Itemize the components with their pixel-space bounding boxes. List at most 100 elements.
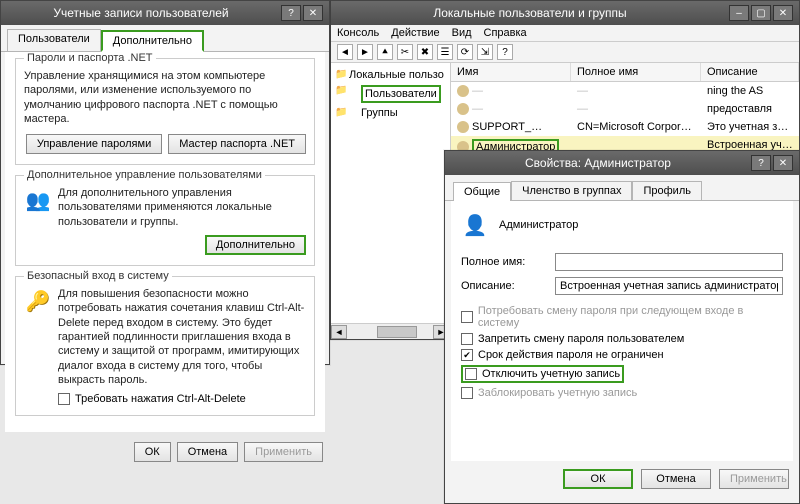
prop-username: Администратор: [499, 219, 578, 231]
group-sec-legend: Безопасный вход в систему: [24, 270, 172, 282]
delete-icon[interactable]: ✖: [417, 44, 433, 60]
key-icon: 🔑: [24, 287, 52, 315]
ua-tabs: Пользователи Дополнительно: [1, 25, 329, 52]
password-never-expires-checkbox[interactable]: ✔ Срок действия пароля не ограничен: [461, 349, 783, 361]
tree-root[interactable]: Локальные пользо: [335, 67, 446, 83]
user-large-icon: 👤: [461, 211, 489, 239]
account-disabled-checkbox[interactable]: Отключить учетную запись: [461, 365, 624, 383]
prop-footer: ОК Отмена Применить: [445, 461, 799, 497]
cannot-change-password-checkbox[interactable]: Запретить смену пароля пользователем: [461, 333, 783, 345]
close-button[interactable]: ✕: [773, 155, 793, 171]
users-icon: 👥: [24, 186, 52, 214]
ua-footer: ОК Отмена Применить: [1, 436, 329, 468]
fullname-input[interactable]: [555, 253, 783, 271]
passport-wizard-button[interactable]: Мастер паспорта .NET: [168, 134, 306, 154]
account-disabled-label: Отключить учетную запись: [482, 368, 620, 380]
user-icon: [457, 103, 469, 115]
tree-users[interactable]: Пользователи: [335, 83, 446, 105]
user-list-header: Имя Полное имя Описание: [451, 63, 799, 82]
back-icon[interactable]: ◄: [337, 44, 353, 60]
manage-passwords-button[interactable]: Управление паролями: [26, 134, 162, 154]
cancel-button[interactable]: Отмена: [641, 469, 711, 489]
checkbox-icon: [465, 368, 477, 380]
menu-console[interactable]: Консоль: [337, 27, 379, 39]
menu-help[interactable]: Справка: [484, 27, 527, 39]
description-input[interactable]: [555, 277, 783, 295]
user-accounts-dialog: Учетные записи пользователей ? ✕ Пользов…: [0, 0, 330, 365]
ua-title: Учетные записи пользователей: [7, 6, 275, 20]
prop-titlebar: Свойства: Администратор ? ✕: [445, 151, 799, 175]
ok-button[interactable]: ОК: [563, 469, 633, 489]
prop-tabs: Общие Членство в группах Профиль: [445, 175, 799, 201]
menu-action[interactable]: Действие: [391, 27, 439, 39]
lusers-menubar: Консоль Действие Вид Справка: [331, 25, 799, 42]
checkbox-icon: [461, 311, 473, 323]
group-net-legend: Пароли и паспорта .NET: [24, 52, 156, 64]
minimize-button[interactable]: –: [729, 5, 749, 21]
col-desc[interactable]: Описание: [701, 63, 799, 81]
require-cad-checkbox[interactable]: Требовать нажатия Ctrl-Alt-Delete: [58, 393, 306, 405]
checkbox-icon: ✔: [461, 349, 473, 361]
table-row[interactable]: SUPPORT_… CN=Microsoft Corporati… Это уч…: [451, 118, 799, 136]
maximize-button[interactable]: ▢: [751, 5, 771, 21]
require-cad-label: Требовать нажатия Ctrl-Alt-Delete: [75, 393, 246, 405]
help-icon[interactable]: ?: [497, 44, 513, 60]
lusers-tree: Локальные пользо Пользователи Группы ◄ ►: [331, 63, 451, 335]
tab-users[interactable]: Пользователи: [7, 29, 101, 51]
must-change-password-label: Потребовать смену пароля при следующем в…: [478, 305, 783, 329]
cancel-button[interactable]: Отмена: [177, 442, 238, 462]
prop-general-pane: 👤 Администратор Полное имя: Описание: По…: [451, 201, 793, 461]
col-fullname[interactable]: Полное имя: [571, 63, 701, 81]
group-secure-login: Безопасный вход в систему 🔑 Для повышени…: [15, 276, 315, 416]
up-icon[interactable]: ⯅: [377, 44, 393, 60]
cannot-change-password-label: Запретить смену пароля пользователем: [478, 333, 684, 345]
advanced-button[interactable]: Дополнительно: [205, 235, 306, 255]
apply-button[interactable]: Применить: [719, 469, 789, 489]
menu-view[interactable]: Вид: [452, 27, 472, 39]
prop-checklist: Потребовать смену пароля при следующем в…: [461, 305, 783, 399]
lusers-title: Локальные пользователи и группы: [337, 6, 723, 20]
group-sec-text: Для повышения безопасности можно потребо…: [58, 287, 306, 387]
col-name[interactable]: Имя: [451, 63, 571, 81]
help-button[interactable]: ?: [281, 5, 301, 21]
fullname-label: Полное имя:: [461, 256, 547, 268]
apply-button[interactable]: Применить: [244, 442, 323, 462]
administrator-properties-dialog: Свойства: Администратор ? ✕ Общие Членст…: [444, 150, 800, 504]
group-advanced-mgmt: Дополнительное управление пользователями…: [15, 175, 315, 266]
password-never-expires-label: Срок действия пароля не ограничен: [478, 349, 664, 361]
table-row[interactable]: — — предоставля: [451, 100, 799, 118]
properties-icon[interactable]: ☰: [437, 44, 453, 60]
close-button[interactable]: ✕: [773, 5, 793, 21]
checkbox-icon: [58, 393, 70, 405]
account-locked-label: Заблокировать учетную запись: [478, 387, 637, 399]
prop-title: Свойства: Администратор: [451, 156, 745, 170]
export-icon[interactable]: ⇲: [477, 44, 493, 60]
tab-general[interactable]: Общие: [453, 182, 511, 201]
tree-groups[interactable]: Группы: [335, 105, 446, 121]
group-adv-text: Для дополнительного управления пользоват…: [58, 186, 306, 229]
refresh-icon[interactable]: ⟳: [457, 44, 473, 60]
ua-content: Пароли и паспорта .NET Управление хранящ…: [5, 52, 325, 432]
scroll-thumb[interactable]: [377, 326, 417, 338]
account-locked-checkbox: Заблокировать учетную запись: [461, 387, 783, 399]
fullname-row: Полное имя:: [461, 253, 783, 271]
tab-advanced[interactable]: Дополнительно: [101, 30, 204, 52]
forward-icon[interactable]: ►: [357, 44, 373, 60]
ok-button[interactable]: ОК: [134, 442, 171, 462]
lusers-titlebar: Локальные пользователи и группы – ▢ ✕: [331, 1, 799, 25]
user-icon: [457, 121, 469, 133]
user-icon: [457, 85, 469, 97]
group-net-passports: Пароли и паспорта .NET Управление хранящ…: [15, 58, 315, 165]
checkbox-icon: [461, 333, 473, 345]
must-change-password-checkbox: Потребовать смену пароля при следующем в…: [461, 305, 783, 329]
close-button[interactable]: ✕: [303, 5, 323, 21]
tab-profile[interactable]: Профиль: [632, 181, 702, 200]
table-row[interactable]: — — ning the AS: [451, 82, 799, 100]
checkbox-icon: [461, 387, 473, 399]
cut-icon[interactable]: ✂: [397, 44, 413, 60]
scroll-left-icon[interactable]: ◄: [331, 325, 347, 339]
tab-member-of[interactable]: Членство в группах: [511, 181, 632, 200]
group-adv-legend: Дополнительное управление пользователями: [24, 169, 265, 181]
help-button[interactable]: ?: [751, 155, 771, 171]
description-row: Описание:: [461, 277, 783, 295]
